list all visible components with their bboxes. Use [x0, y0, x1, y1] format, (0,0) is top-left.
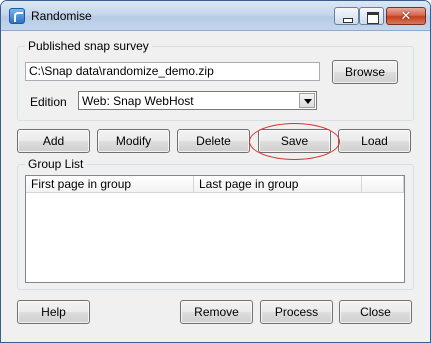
remove-button[interactable]: Remove	[180, 300, 253, 324]
window-title: Randomise	[31, 9, 92, 23]
survey-path-input[interactable]: C:\Snap data\randomize_demo.zip	[25, 62, 320, 81]
maximize-button[interactable]	[359, 7, 384, 25]
column-header-first-page[interactable]: First page in group	[26, 176, 194, 193]
published-survey-group-label: Published snap survey	[25, 39, 152, 53]
close-window-button[interactable]: ✕	[386, 7, 426, 25]
minimize-button[interactable]	[334, 7, 359, 25]
modify-button[interactable]: Modify	[97, 129, 170, 153]
add-button[interactable]: Add	[17, 129, 90, 153]
title-bar[interactable]: Randomise ✕	[1, 1, 430, 31]
save-button[interactable]: Save	[258, 129, 331, 153]
edition-select[interactable]: Web: Snap WebHost	[78, 91, 317, 110]
randomise-dialog: Randomise ✕ Published snap survey C:\Sna…	[0, 0, 431, 343]
column-header-last-page[interactable]: Last page in group	[194, 176, 362, 193]
column-header-extra[interactable]	[362, 176, 404, 193]
group-list-table[interactable]: First page in group Last page in group	[25, 175, 405, 283]
group-list-label: Group List	[25, 157, 87, 171]
close-button[interactable]: Close	[339, 300, 412, 324]
browse-button[interactable]: Browse	[332, 60, 398, 84]
chevron-down-icon[interactable]	[299, 93, 315, 108]
edition-select-value: Web: Snap WebHost	[82, 94, 194, 108]
group-list-header: First page in group Last page in group	[26, 176, 404, 193]
process-button[interactable]: Process	[260, 300, 333, 324]
edition-label: Edition	[30, 95, 67, 109]
delete-button[interactable]: Delete	[177, 129, 250, 153]
help-button[interactable]: Help	[17, 300, 90, 324]
app-icon	[9, 8, 25, 24]
load-button[interactable]: Load	[338, 129, 411, 153]
close-icon: ✕	[400, 8, 412, 23]
